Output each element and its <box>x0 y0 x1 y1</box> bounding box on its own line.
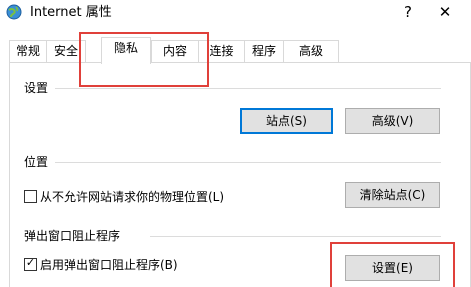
tab-security[interactable]: 安全 <box>46 40 86 62</box>
close-button[interactable]: ✕ <box>430 0 460 24</box>
tab-programs[interactable]: 程序 <box>244 40 284 62</box>
enable-popup-blocker-checkbox[interactable]: ✓ <box>24 256 37 271</box>
sites-button[interactable]: 站点(S) <box>240 108 333 134</box>
internet-options-globe-icon <box>6 4 22 20</box>
tab-connections[interactable]: 连接 <box>198 40 245 62</box>
clear-sites-button[interactable]: 清除站点(C) <box>345 182 440 208</box>
checkmark-icon: ✓ <box>25 256 36 269</box>
window-title: Internet 属性 <box>30 5 112 20</box>
enable-popup-blocker-row[interactable]: ✓ 启用弹出窗口阻止程序(B) <box>24 256 178 273</box>
location-heading: 位置 <box>24 155 49 169</box>
settings-heading: 设置 <box>24 81 49 95</box>
popup-blocker-settings-button[interactable]: 设置(E) <box>345 255 440 281</box>
never-allow-location-row[interactable]: 从不允许网站请求你的物理位置(L) <box>24 189 224 205</box>
tab-general[interactable]: 常规 <box>9 40 47 62</box>
privacy-tab-panel <box>9 62 471 287</box>
never-allow-location-checkbox[interactable] <box>24 190 37 203</box>
tab-content[interactable]: 内容 <box>151 40 199 62</box>
internet-properties-dialog: Internet 属性 ? ✕ 常规 安全 隐私 内容 连接 程序 高级 设置 … <box>0 0 471 287</box>
enable-popup-blocker-label: 启用弹出窗口阻止程序(B) <box>40 258 178 272</box>
title-bar: Internet 属性 ? ✕ <box>0 0 471 28</box>
advanced-settings-button[interactable]: 高级(V) <box>345 108 440 134</box>
settings-divider <box>55 88 441 89</box>
popup-blocker-heading: 弹出窗口阻止程序 <box>24 229 121 243</box>
popup-blocker-divider <box>150 236 441 237</box>
location-divider <box>55 162 441 163</box>
tab-advanced[interactable]: 高级 <box>283 40 339 62</box>
help-button[interactable]: ? <box>396 0 420 24</box>
tab-privacy[interactable]: 隐私 <box>101 37 151 64</box>
never-allow-location-label: 从不允许网站请求你的物理位置(L) <box>40 190 225 204</box>
